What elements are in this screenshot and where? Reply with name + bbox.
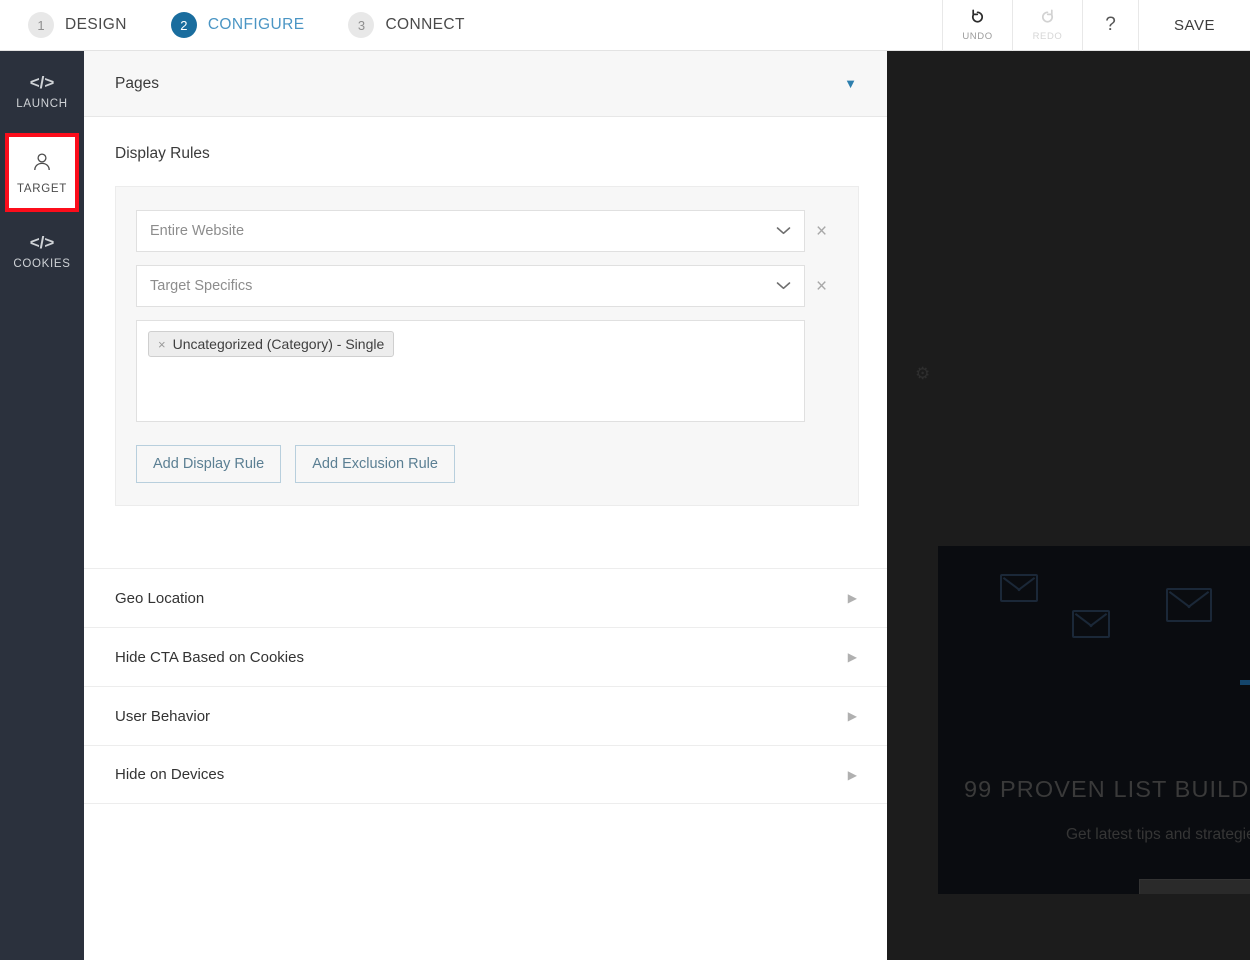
accordion-item-hide-on-devices-label: Hide on Devices [115, 766, 225, 783]
accordion-item-geo-location[interactable]: Geo Location ▶ [84, 568, 887, 627]
accordion-item-geo-location-label: Geo Location [115, 589, 205, 607]
accordion-item-user-behavior-label: User Behavior [115, 707, 211, 725]
chevron-right-icon: ▶ [847, 591, 857, 605]
code-brackets-icon: </> [29, 232, 55, 252]
step-wizard: 1 DESIGN 2 CONFIGURE 3 CONNECT [0, 12, 509, 38]
accordion-item-hide-cta-cookies[interactable]: Hide CTA Based on Cookies ▶ [84, 627, 887, 686]
redo-button[interactable]: REDO [1012, 0, 1082, 51]
sidebar-item-target[interactable]: TARGET [5, 133, 79, 212]
sidebar-item-launch[interactable]: </> LAUNCH [0, 51, 84, 131]
sidebar-item-launch-label: LAUNCH [16, 97, 68, 110]
rule-scope-select[interactable]: Entire Website [136, 210, 805, 252]
redo-label: REDO [1032, 31, 1063, 42]
envelope-icon [1000, 574, 1038, 602]
redo-icon [1039, 8, 1056, 28]
save-label: SAVE [1174, 16, 1215, 34]
accordion-item-user-behavior[interactable]: User Behavior ▶ [84, 686, 887, 745]
save-button[interactable]: SAVE [1138, 0, 1250, 51]
display-rule-row-1: Entire Website × [136, 210, 838, 252]
step-connect-number: 3 [348, 12, 375, 38]
remove-rule-button-2[interactable]: × [805, 277, 838, 296]
sidebar-item-cookies[interactable]: </> COOKIES [0, 211, 84, 291]
target-specifics-value: Target Specifics [150, 278, 253, 294]
pages-section-header[interactable]: Pages ▼ [84, 51, 887, 117]
chevron-down-icon [776, 279, 791, 294]
display-rules-card: Entire Website × Target Specifics × × Un… [115, 186, 859, 506]
step-configure-label: CONFIGURE [207, 16, 305, 33]
selected-tag[interactable]: × Uncategorized (Category) - Single [148, 331, 395, 357]
step-configure-number: 2 [170, 12, 197, 38]
display-rules-title: Display Rules [115, 145, 210, 162]
step-design[interactable]: 1 DESIGN [28, 12, 127, 38]
rule-actions: Add Display Rule Add Exclusion Rule [136, 445, 838, 483]
cta-subheadline: Get latest tips and strategies [1066, 826, 1250, 843]
step-design-label: DESIGN [65, 16, 127, 33]
mailbox-bar [1240, 680, 1250, 685]
sidebar-item-target-label: TARGET [17, 182, 67, 195]
step-connect[interactable]: 3 CONNECT [348, 12, 464, 38]
undo-button[interactable]: UNDO [942, 0, 1012, 51]
undo-label: UNDO [962, 31, 993, 42]
cta-preview-card[interactable]: 99 PROVEN LIST BUILDING Get latest tips … [938, 546, 1250, 894]
selected-tag-label: Uncategorized (Category) - Single [172, 336, 385, 352]
accordion-item-hide-on-devices[interactable]: Hide on Devices ▶ [84, 745, 887, 804]
cta-email-input[interactable]: Enter Your Email [1139, 879, 1250, 894]
chevron-down-icon[interactable]: ▼ [844, 76, 857, 91]
help-button[interactable]: ? [1082, 0, 1138, 51]
chevron-right-icon: ▶ [847, 650, 857, 664]
cta-preview-pane: 99 PROVEN LIST BUILDING Get latest tips … [887, 51, 1250, 960]
target-specifics-tag-input[interactable]: × Uncategorized (Category) - Single [136, 320, 805, 422]
target-specifics-select[interactable]: Target Specifics [136, 265, 805, 307]
chevron-down-icon [776, 224, 791, 239]
step-connect-label: CONNECT [385, 16, 465, 33]
envelope-icon [1166, 588, 1212, 622]
left-sidebar: </> LAUNCH </> COOKIES TARGET [0, 51, 84, 960]
top-header: 1 DESIGN 2 CONFIGURE 3 CONNECT UNDO REDO… [0, 0, 1250, 51]
sidebar-item-cookies-label: COOKIES [13, 257, 71, 270]
question-mark-icon: ? [1105, 14, 1116, 35]
person-icon [31, 151, 53, 177]
chevron-right-icon: ▶ [847, 709, 857, 723]
accordion-item-hide-cta-cookies-label: Hide CTA Based on Cookies [115, 648, 304, 666]
pages-title: Pages [115, 74, 159, 92]
remove-rule-button-1[interactable]: × [805, 222, 838, 241]
configure-panel: Pages ▼ Display Rules Entire Website × T… [84, 51, 887, 960]
settings-accordion: Geo Location ▶ Hide CTA Based on Cookies… [84, 568, 887, 804]
remove-tag-icon[interactable]: × [158, 337, 166, 352]
display-rule-row-2: Target Specifics × [136, 265, 838, 307]
code-brackets-icon: </> [29, 72, 55, 92]
rule-scope-value: Entire Website [150, 223, 245, 239]
header-tools: UNDO REDO ? SAVE [942, 0, 1250, 51]
undo-icon [969, 8, 986, 28]
step-configure[interactable]: 2 CONFIGURE [170, 12, 305, 38]
add-exclusion-rule-button[interactable]: Add Exclusion Rule [295, 445, 455, 483]
step-design-number: 1 [28, 12, 54, 38]
chevron-right-icon: ▶ [847, 767, 857, 782]
envelope-icon [1072, 610, 1110, 638]
cta-headline: 99 PROVEN LIST BUILDING [964, 776, 1250, 802]
add-display-rule-button[interactable]: Add Display Rule [136, 445, 282, 483]
gear-icon[interactable]: ⚙ [915, 364, 930, 384]
pages-section-body: Display Rules Entire Website × Target Sp… [84, 117, 887, 804]
